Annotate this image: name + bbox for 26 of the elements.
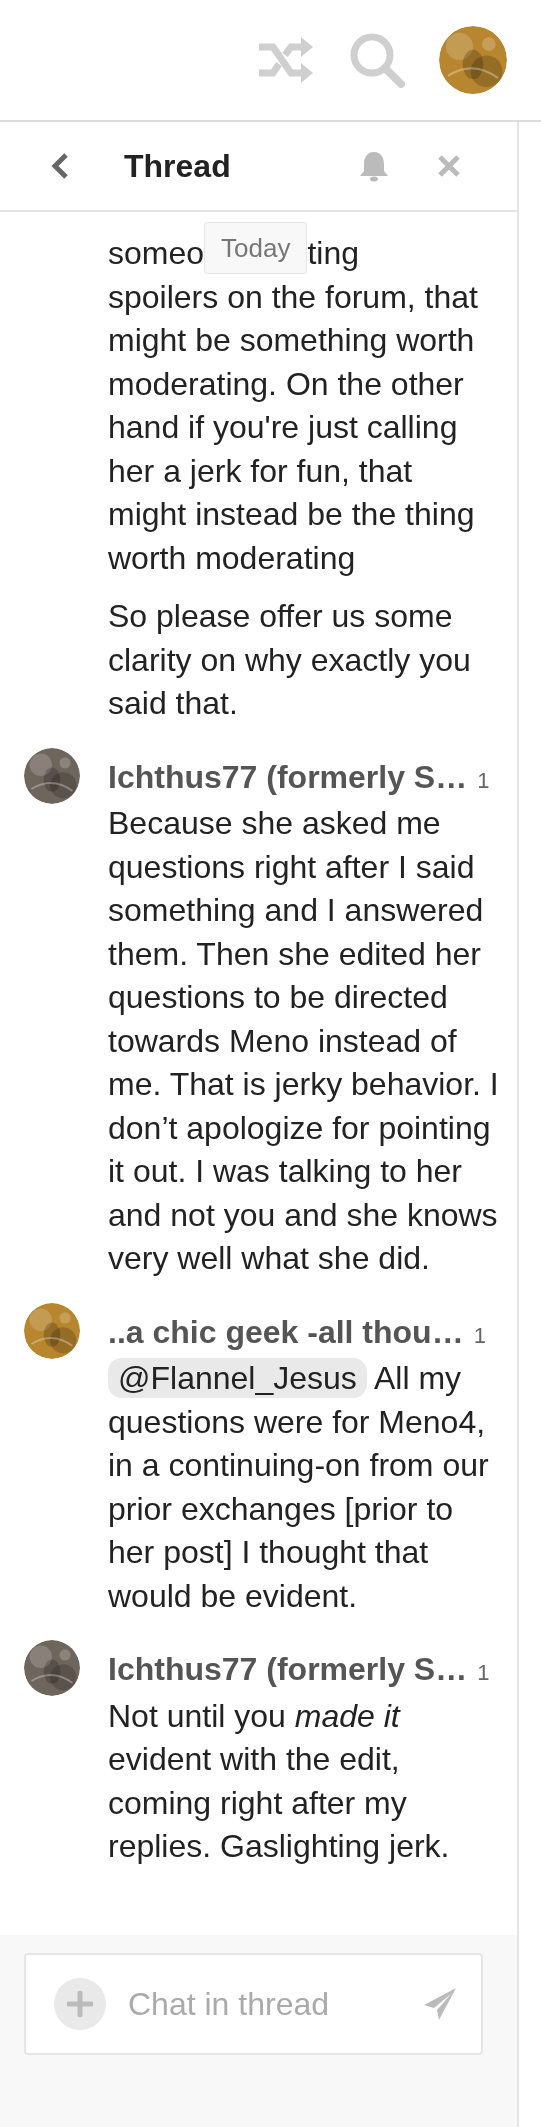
thread-title: Thread <box>124 147 231 186</box>
username[interactable]: ..a chic geek -all thou… <box>108 1313 464 1350</box>
message-text: someo <box>108 235 205 271</box>
add-button[interactable] <box>54 1978 106 2030</box>
message-text: spoilers on the forum, that might be something worth moderating. On the other hand if you're just calling her a jerk for fun, that might instead be the thing worth moderating <box>108 277 479 578</box>
chat-input[interactable]: Chat in thread <box>126 1979 403 2029</box>
back-icon[interactable] <box>50 152 70 180</box>
username[interactable]: Ichthus77 (formerly S… <box>108 758 468 795</box>
message-composer[interactable]: Chat in thread <box>24 1953 483 2055</box>
date-tooltip: Today <box>204 222 308 274</box>
plus-icon <box>67 1991 93 2017</box>
message-text: So please offer us some clarity on why exactly you said that. <box>108 597 472 723</box>
close-icon[interactable] <box>437 154 461 178</box>
message-text: ting <box>307 235 360 271</box>
bell-icon[interactable] <box>359 150 389 182</box>
message-count: 1 <box>473 1322 486 1348</box>
send-icon[interactable] <box>423 1987 457 2021</box>
search-icon[interactable] <box>349 32 405 88</box>
message-count: 1 <box>477 1660 490 1685</box>
message-text: @Flannel_Jesus All my questions were for Meno4, in a continuing-on from our prior exchanges [prior to her post] I thought that would be evident. <box>108 1357 490 1616</box>
message-count: 1 <box>477 767 490 793</box>
message-text: Not until you made it evident with the edit, coming right after my replies. Gaslighting jerk. <box>108 1696 451 1866</box>
shuffle-icon[interactable] <box>257 35 315 85</box>
mention-tag[interactable]: @Flannel_Jesus <box>108 1358 367 1398</box>
message-text: Because she asked me questions right after I said something and I answered them. Then she edited her questions to be directed towards Meno instead of me. That is jerky behavior. I don’t apologize for pointing it out. I was talking to her and not you and she knows very well what she did. <box>108 804 499 1278</box>
username[interactable]: Ichthus77 (formerly S… <box>108 1651 468 1687</box>
